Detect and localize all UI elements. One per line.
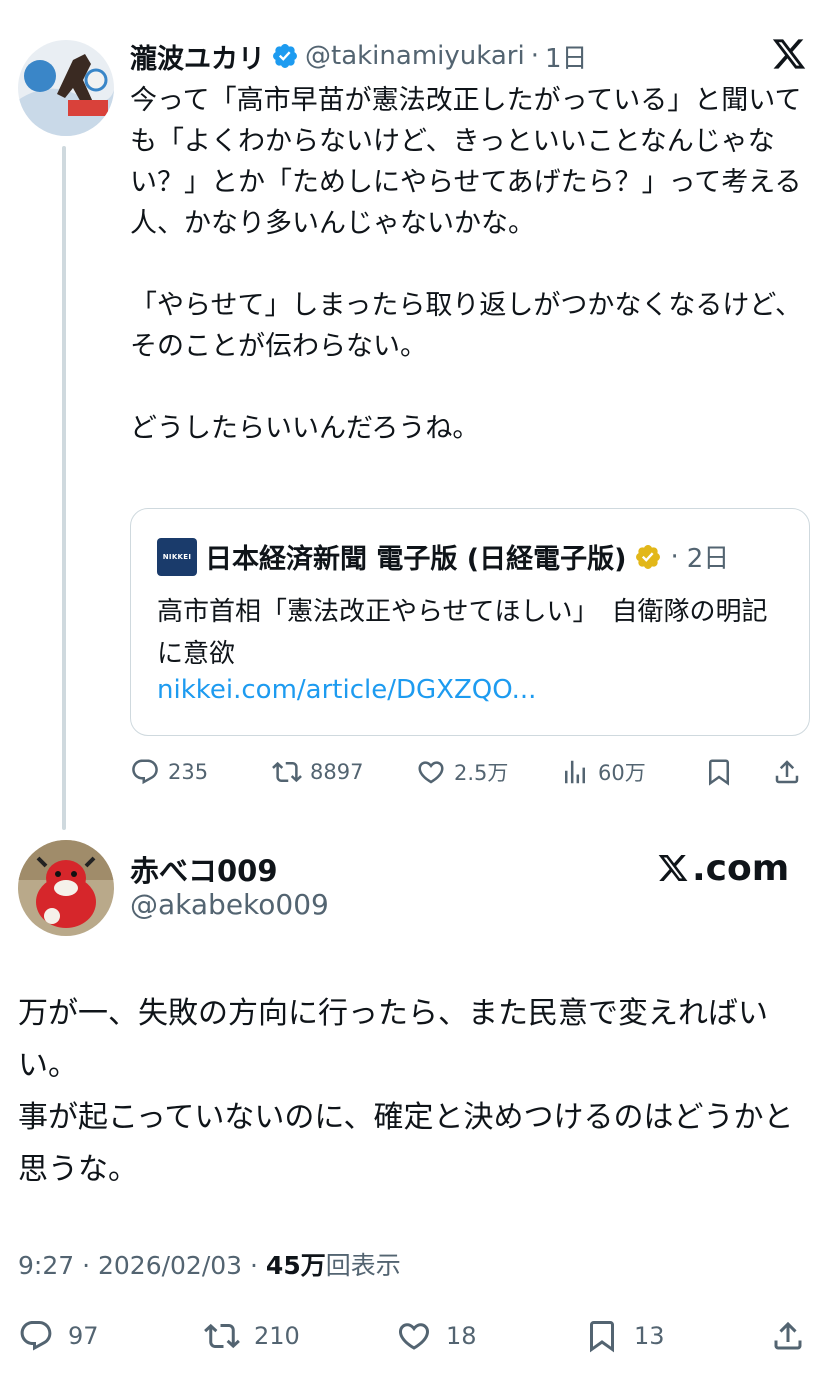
x-logo-icon (658, 855, 688, 881)
body-paragraph: 事が起こっていないのに、確定と決めつけるのはどうかと思うな。 (18, 1100, 794, 1187)
like-button[interactable]: 18 (396, 1314, 477, 1358)
views-icon (565, 760, 585, 784)
quoted-tweet-header: 瀧波ユカリ @takinamiyukari · 1日 (130, 36, 588, 76)
verified-badge-icon (271, 42, 299, 70)
like-count: 2.5万 (454, 761, 509, 785)
like-icon (418, 761, 444, 784)
bookmark-button[interactable] (704, 752, 734, 792)
author-name[interactable]: 瀧波ユカリ (130, 37, 265, 76)
like-icon (398, 1323, 430, 1350)
timestamp[interactable]: 1日 (545, 38, 588, 75)
author-handle[interactable]: @akabeko009 (130, 888, 329, 921)
nikkei-logo: NIKKEI (157, 537, 197, 576)
separator: · (530, 41, 539, 71)
reply-icon (132, 759, 158, 785)
repost-button[interactable]: 8897 (272, 752, 363, 792)
author-handle[interactable]: @takinamiyukari (305, 41, 525, 71)
quoted-tweet-body: 今って「高市早苗が憲法改正したがっている」と聞いても「よくわからないけど、きっと… (130, 80, 810, 449)
thread-connector-line (62, 146, 66, 830)
share-icon (775, 760, 799, 784)
repost-icon (272, 761, 302, 783)
embedded-timestamp: 2日 (686, 544, 730, 574)
share-icon (774, 1321, 802, 1350)
like-count: 18 (446, 1322, 477, 1350)
views-count: 60万 (598, 761, 646, 785)
tweet-date[interactable]: 2026/02/03 (98, 1251, 242, 1280)
main-tweet-body: 万が一、失敗の方向に行ったら、また民意で変えればいい。 事が起こっていないのに、… (18, 988, 808, 1196)
embedded-header: NIKKEI 日本経済新聞 電子版 (日経電子版) · 2日 (157, 537, 729, 576)
bookmark-icon (709, 759, 729, 786)
repost-count: 8897 (310, 760, 364, 784)
views-button[interactable]: 60万 (560, 752, 646, 792)
separator: · (242, 1251, 266, 1280)
reply-icon (20, 1321, 52, 1351)
tweet-meta: 9:27 · 2026/02/03 · 45万回表示 (18, 1246, 401, 1282)
watermark-text: .com (692, 847, 790, 889)
tweet-time[interactable]: 9:27 (18, 1251, 74, 1280)
bookmark-icon (590, 1321, 614, 1353)
x-com-watermark: .com (656, 846, 789, 890)
avatar-akabeko[interactable] (18, 840, 114, 936)
separator: · (74, 1251, 98, 1280)
share-button[interactable] (770, 1314, 806, 1358)
views-label: 回表示 (325, 1251, 401, 1280)
gold-badge-icon (634, 543, 662, 571)
reply-count: 235 (168, 760, 209, 784)
main-tweet-actions: 97 210 18 13 (18, 1314, 808, 1358)
share-button[interactable] (772, 752, 802, 792)
body-paragraph: 「やらせて」しまったら取り返しがつかなくなるけど、そのことが伝わらない。 (130, 290, 803, 362)
embedded-quote-card[interactable]: NIKKEI 日本経済新聞 電子版 (日経電子版) · 2日 高市首相「憲法改正… (130, 508, 810, 736)
bookmark-button[interactable]: 13 (584, 1314, 665, 1358)
separator: · (670, 541, 679, 572)
embedded-author-name: 日本経済新聞 電子版 (日経電子版) (205, 544, 627, 575)
reply-count: 97 (68, 1322, 99, 1350)
repost-icon (204, 1323, 240, 1349)
bookmark-count: 13 (634, 1322, 665, 1350)
reply-button[interactable]: 235 (130, 752, 208, 792)
x-logo-icon (770, 36, 808, 72)
repost-count: 210 (254, 1322, 300, 1350)
quoted-tweet-actions: 235 8897 2.5万 60万 (130, 752, 820, 792)
like-button[interactable]: 2.5万 (416, 752, 508, 792)
body-paragraph: どうしたらいいんだろうね。 (130, 413, 480, 444)
embedded-text: 高市首相「憲法改正やらせてほしい」 自衛隊の明記に意欲 (157, 597, 768, 669)
reply-button[interactable]: 97 (18, 1314, 99, 1358)
embedded-link[interactable]: nikkei.com/article/DGXZQO... (157, 675, 536, 705)
repost-button[interactable]: 210 (204, 1314, 300, 1358)
views-count: 45万 (265, 1251, 326, 1280)
author-name[interactable]: 赤べコ009 (130, 848, 278, 890)
body-paragraph: 万が一、失敗の方向に行ったら、また民意で変えればいい。 (18, 996, 768, 1083)
body-paragraph: 今って「高市早苗が憲法改正したがっている」と聞いても「よくわからないけど、きっと… (130, 85, 802, 239)
avatar-takinami[interactable] (18, 40, 114, 136)
